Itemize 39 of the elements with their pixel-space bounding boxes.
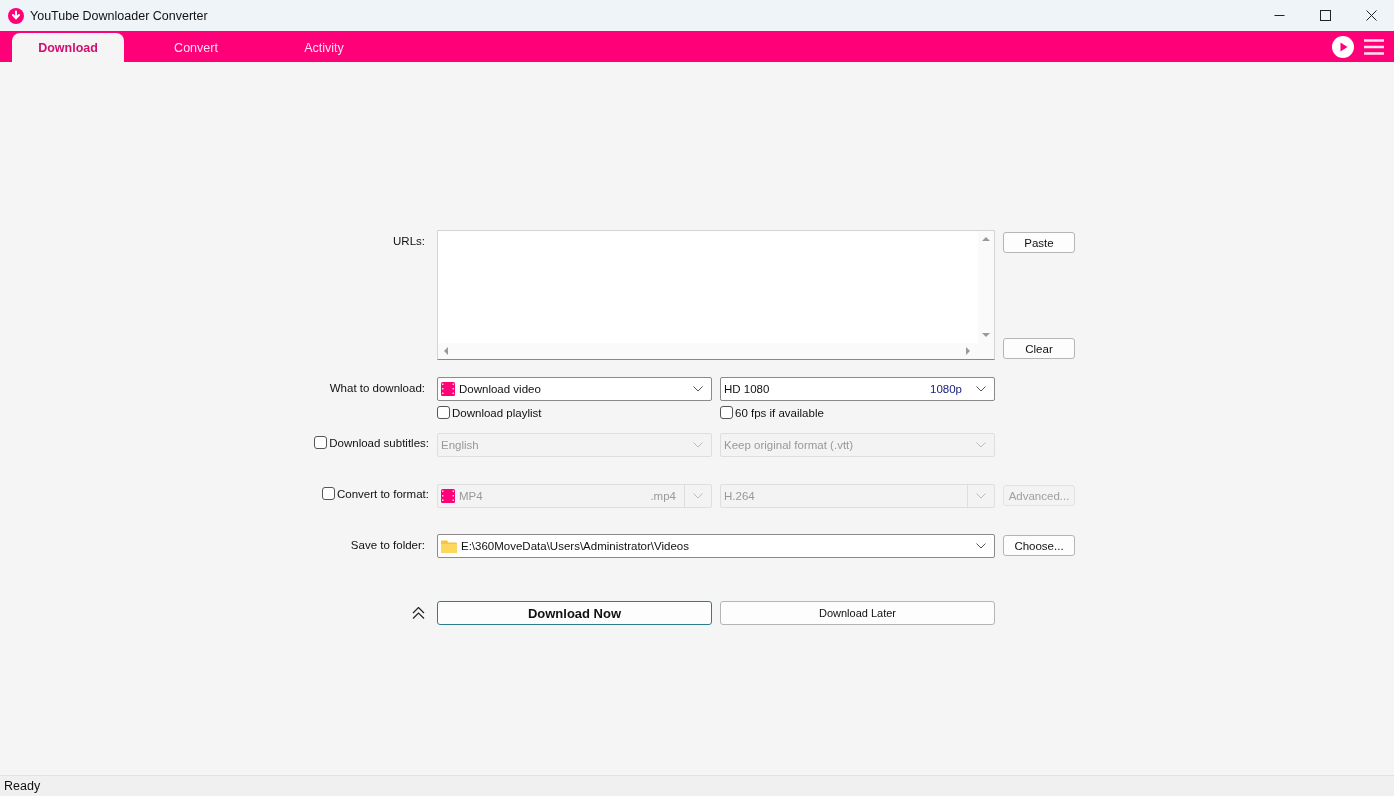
- caret-icon: [693, 493, 703, 499]
- caret-icon: [693, 442, 703, 448]
- paste-button[interactable]: Paste: [1003, 232, 1075, 253]
- clear-button[interactable]: Clear: [1003, 338, 1075, 359]
- caret-icon: [976, 442, 986, 448]
- caret-icon: [693, 386, 703, 392]
- playlist-checkbox[interactable]: Download playlist: [437, 406, 712, 419]
- tab[interactable]: Download: [12, 33, 124, 62]
- checkbox[interactable]: [720, 406, 733, 419]
- save-folder-label: Save to folder:: [349, 538, 426, 551]
- collapse-icon[interactable]: [412, 607, 425, 619]
- film-icon: [441, 382, 455, 396]
- play-icon[interactable]: [1332, 35, 1354, 58]
- close-icon[interactable]: [1365, 10, 1377, 21]
- quality-dropdown[interactable]: HD 1080 1080p: [720, 377, 995, 401]
- caret-icon: [976, 543, 986, 549]
- download-now-button[interactable]: Download Now: [437, 601, 712, 625]
- horizontal-scrollbar[interactable]: [438, 343, 994, 359]
- what-to-download-label: What to download:: [328, 381, 426, 394]
- download-later-button[interactable]: Download Later: [720, 601, 995, 625]
- urls-label: URLs:: [392, 234, 426, 247]
- caret-icon: [976, 386, 986, 392]
- status-text: Ready: [4, 779, 41, 793]
- app-logo-icon: [8, 7, 24, 24]
- folder-icon: [441, 539, 457, 553]
- window-title: YouTube Downloader Converter: [30, 8, 209, 23]
- download-type-dropdown[interactable]: Download video: [437, 377, 712, 401]
- quality-label: 1080p: [930, 383, 962, 395]
- menu-icon[interactable]: [1364, 38, 1384, 55]
- caret-icon: [976, 493, 986, 499]
- urls-field[interactable]: [437, 230, 995, 360]
- extension-label: .mp4: [650, 490, 676, 502]
- maximize-icon[interactable]: [1319, 10, 1331, 21]
- vertical-scrollbar[interactable]: [978, 231, 994, 343]
- folder-path-dropdown[interactable]: E:\360MoveData\Users\Administrator\Videos: [437, 534, 995, 558]
- choose-button[interactable]: Choose...: [1003, 535, 1075, 556]
- fps-checkbox[interactable]: 60 fps if available: [720, 406, 995, 419]
- film-icon: [441, 489, 455, 503]
- checkbox[interactable]: [437, 406, 450, 419]
